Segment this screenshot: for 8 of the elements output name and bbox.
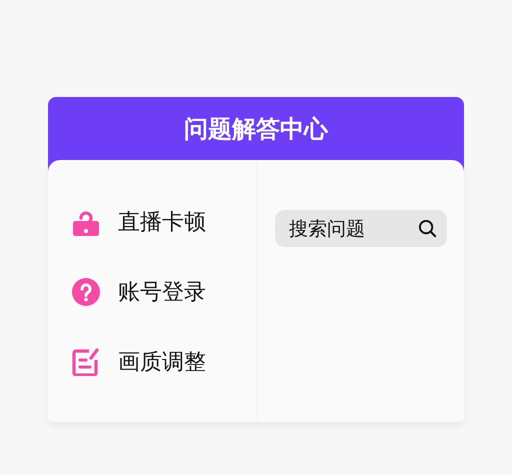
help-icon [72,278,100,306]
search-field[interactable]: 搜索问题 [275,210,447,247]
edit-icon [72,348,100,376]
header-title: 问题解答中心 [184,114,328,145]
menu-item[interactable]: 账号登录 [72,274,257,310]
search-icon [418,219,437,238]
menu-item[interactable]: 画质调整 [72,344,257,380]
menu-item[interactable]: 直播卡顿 [72,204,257,240]
